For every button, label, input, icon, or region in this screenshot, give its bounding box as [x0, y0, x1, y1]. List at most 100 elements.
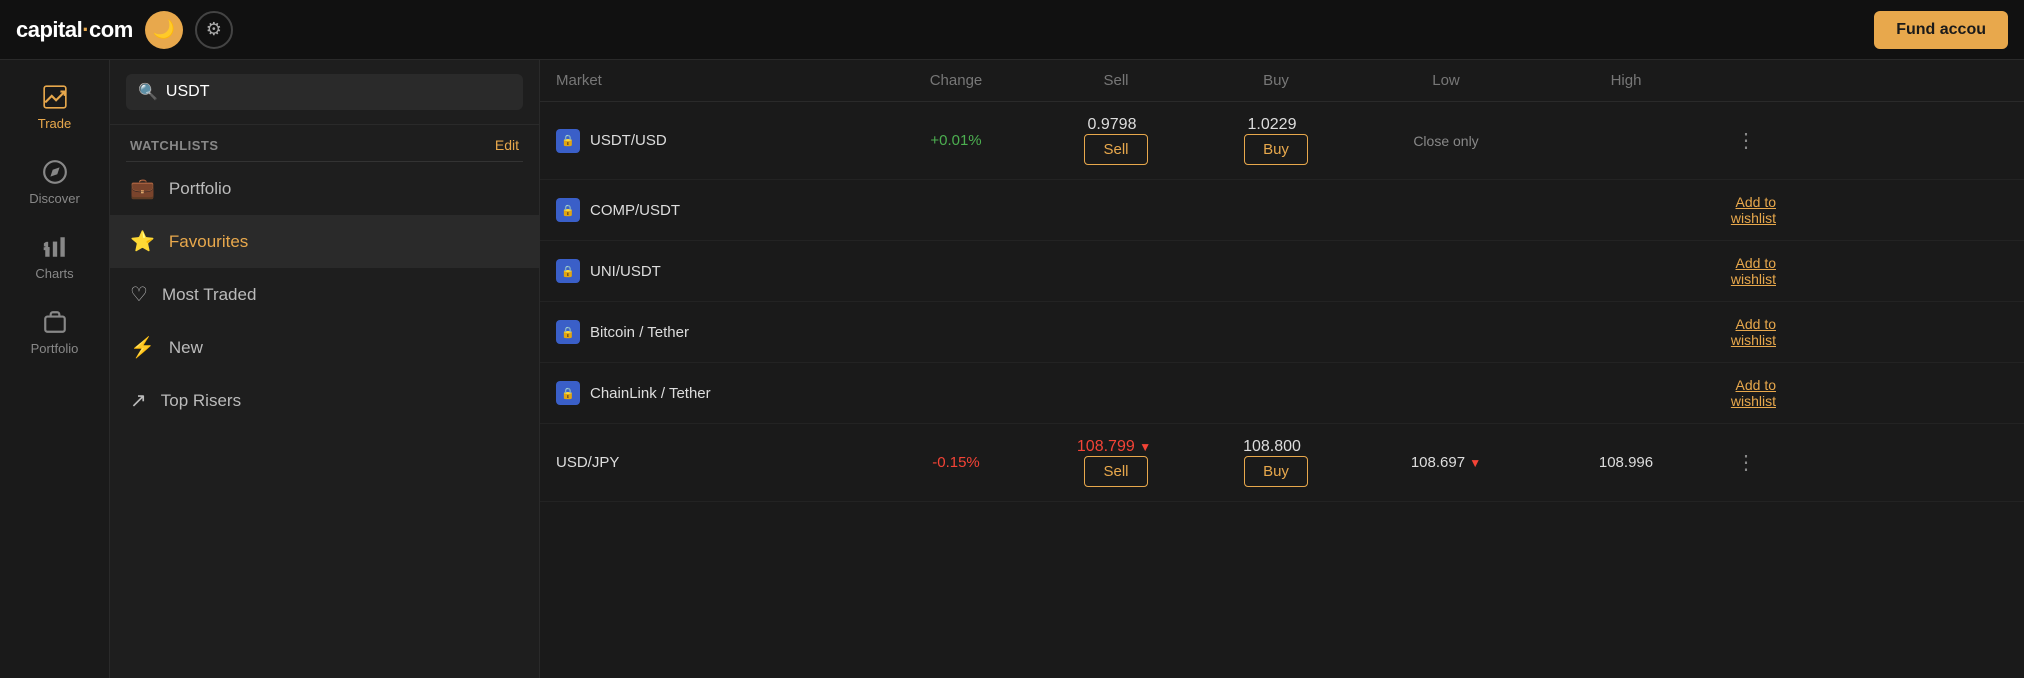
edit-button[interactable]: Edit: [495, 137, 519, 153]
watchlist-item-most-traded-label: Most Traded: [162, 285, 257, 305]
top-risers-icon: ↗: [130, 388, 147, 413]
sell-arrow-down: ▼: [1139, 440, 1151, 454]
topbar: capital·com 🌙 ⚙ Fund accou: [0, 0, 2024, 60]
sidebar-item-discover[interactable]: Discover: [0, 145, 109, 220]
portfolio-icon: [42, 309, 68, 335]
buy-button-usdt-usd[interactable]: Buy: [1244, 134, 1308, 165]
discover-icon: [42, 159, 68, 185]
moon-icon: 🌙: [153, 19, 175, 40]
topbar-left: capital·com 🌙 ⚙: [16, 11, 233, 49]
buy-button-usdjpy[interactable]: Buy: [1244, 456, 1308, 487]
add-wishlist-btc[interactable]: Add to wishlist: [1716, 316, 1776, 348]
buy-price-usdt-usd: 1.0229: [1248, 116, 1297, 133]
search-bar: 🔍: [110, 60, 539, 125]
header-market: Market: [556, 72, 876, 89]
watchlist-item-favourites[interactable]: ⭐ Favourites: [110, 215, 539, 268]
market-label: USDT/USD: [590, 132, 667, 149]
sidebar-item-portfolio[interactable]: Portfolio: [0, 295, 109, 370]
search-icon: 🔍: [138, 82, 158, 102]
market-table: Market Change Sell Buy Low High 🔒 USDT/U…: [540, 60, 2024, 678]
favourites-icon: ⭐: [130, 229, 155, 254]
market-label-uni: UNI/USDT: [590, 263, 661, 280]
logo-com: com: [89, 17, 133, 42]
header-sell: Sell: [1036, 72, 1196, 89]
table-row: 🔒 ChainLink / Tether Add to wishlist: [540, 363, 2024, 424]
add-wishlist-uni[interactable]: Add to wishlist: [1716, 255, 1776, 287]
sell-price-usdt-usd: 0.9798: [1088, 116, 1137, 133]
table-row: 🔒 USDT/USD +0.01% 0.9798 Sell 1.0229 Buy…: [540, 102, 2024, 180]
market-label-chainlink: ChainLink / Tether: [590, 385, 711, 402]
svg-text:1: 1: [44, 241, 49, 251]
market-label-comp: COMP/USDT: [590, 202, 680, 219]
sidebar-item-trade-label: Trade: [38, 116, 71, 131]
logo-main: capital: [16, 17, 82, 42]
table-row: 🔒 Bitcoin / Tether Add to wishlist: [540, 302, 2024, 363]
buy-cell-usdt-usd: 1.0229 Buy: [1196, 116, 1356, 165]
new-icon: ⚡: [130, 335, 155, 360]
buy-cell-usdjpy: 108.800 Buy: [1196, 438, 1356, 487]
watchlist-item-top-risers-label: Top Risers: [161, 391, 241, 411]
sidebar-icons: Trade Discover 1 Charts Portfolio: [0, 60, 110, 678]
high-usdjpy: 108.996: [1536, 454, 1716, 471]
table-header: Market Change Sell Buy Low High: [540, 60, 2024, 102]
moon-button[interactable]: 🌙: [145, 11, 183, 49]
table-body: 🔒 USDT/USD +0.01% 0.9798 Sell 1.0229 Buy…: [540, 102, 2024, 678]
watchlists-header: WATCHLISTS Edit: [110, 125, 539, 161]
sell-price-val: 108.799: [1077, 438, 1135, 455]
market-name-usdjpy: USD/JPY: [556, 454, 876, 471]
portfolio-list-icon: 💼: [130, 176, 155, 201]
header-buy: Buy: [1196, 72, 1356, 89]
trade-icon: [42, 84, 68, 110]
market-name-chainlink: 🔒 ChainLink / Tether: [556, 381, 876, 405]
sidebar-item-discover-label: Discover: [29, 191, 80, 206]
gear-icon: ⚙: [206, 19, 222, 40]
charts-icon: 1: [42, 234, 68, 260]
add-wishlist-comp[interactable]: Add to wishlist: [1716, 194, 1776, 226]
sidebar-item-trade[interactable]: Trade: [0, 70, 109, 145]
watchlist-item-portfolio[interactable]: 💼 Portfolio: [110, 162, 539, 215]
fund-account-button[interactable]: Fund accou: [1874, 11, 2008, 49]
lock-badge-chainlink: 🔒: [556, 381, 580, 405]
logo: capital·com: [16, 17, 133, 43]
market-label-btc: Bitcoin / Tether: [590, 324, 689, 341]
table-row: USD/JPY -0.15% 108.799 ▼ Sell 108.800 Bu…: [540, 424, 2024, 502]
watchlist-item-top-risers[interactable]: ↗ Top Risers: [110, 374, 539, 427]
more-options-usdjpy[interactable]: ⋮: [1716, 450, 1776, 475]
header-change: Change: [876, 72, 1036, 89]
sell-button-usdt-usd[interactable]: Sell: [1084, 134, 1147, 165]
search-input[interactable]: [166, 83, 511, 101]
header-high: High: [1536, 72, 1716, 89]
sell-cell-usdt-usd: 0.9798 Sell: [1036, 116, 1196, 165]
main-layout: Trade Discover 1 Charts Portfolio: [0, 60, 2024, 678]
sidebar-item-portfolio-label: Portfolio: [31, 341, 79, 356]
market-name-uni-usdt: 🔒 UNI/USDT: [556, 259, 876, 283]
low-arrow: ▼: [1469, 456, 1481, 470]
watchlist-item-most-traded[interactable]: ♡ Most Traded: [110, 268, 539, 321]
watchlist-item-new[interactable]: ⚡ New: [110, 321, 539, 374]
low-val-usdjpy: 108.697: [1411, 454, 1465, 471]
watchlist-items: 💼 Portfolio ⭐ Favourites ♡ Most Traded ⚡…: [110, 162, 539, 678]
sell-cell-usdjpy: 108.799 ▼ Sell: [1036, 438, 1196, 487]
lock-badge-comp: 🔒: [556, 198, 580, 222]
low-usdjpy: 108.697 ▼: [1356, 454, 1536, 471]
sidebar-item-charts[interactable]: 1 Charts: [0, 220, 109, 295]
change-usdjpy: -0.15%: [876, 454, 1036, 471]
sidebar-item-charts-label: Charts: [35, 266, 73, 281]
add-wishlist-chainlink[interactable]: Add to wishlist: [1716, 377, 1776, 409]
table-row: 🔒 COMP/USDT Add to wishlist: [540, 180, 2024, 241]
search-input-wrap: 🔍: [126, 74, 523, 110]
buy-price-usdjpy: 108.800: [1243, 438, 1301, 455]
logo-dot: ·: [82, 17, 89, 42]
most-traded-icon: ♡: [130, 282, 148, 307]
header-low: Low: [1356, 72, 1536, 89]
lock-badge-btc: 🔒: [556, 320, 580, 344]
watchlist-item-new-label: New: [169, 338, 203, 358]
change-usdt-usd: +0.01%: [876, 132, 1036, 149]
watchlist-panel: 🔍 WATCHLISTS Edit 💼 Portfolio ⭐ Favourit…: [110, 60, 540, 678]
market-name-usdt-usd: 🔒 USDT/USD: [556, 129, 876, 153]
more-options-usdt-usd[interactable]: ⋮: [1716, 128, 1776, 153]
lock-badge-uni: 🔒: [556, 259, 580, 283]
gear-button[interactable]: ⚙: [195, 11, 233, 49]
low-usdt-usd: Close only: [1356, 133, 1536, 149]
sell-button-usdjpy[interactable]: Sell: [1084, 456, 1147, 487]
